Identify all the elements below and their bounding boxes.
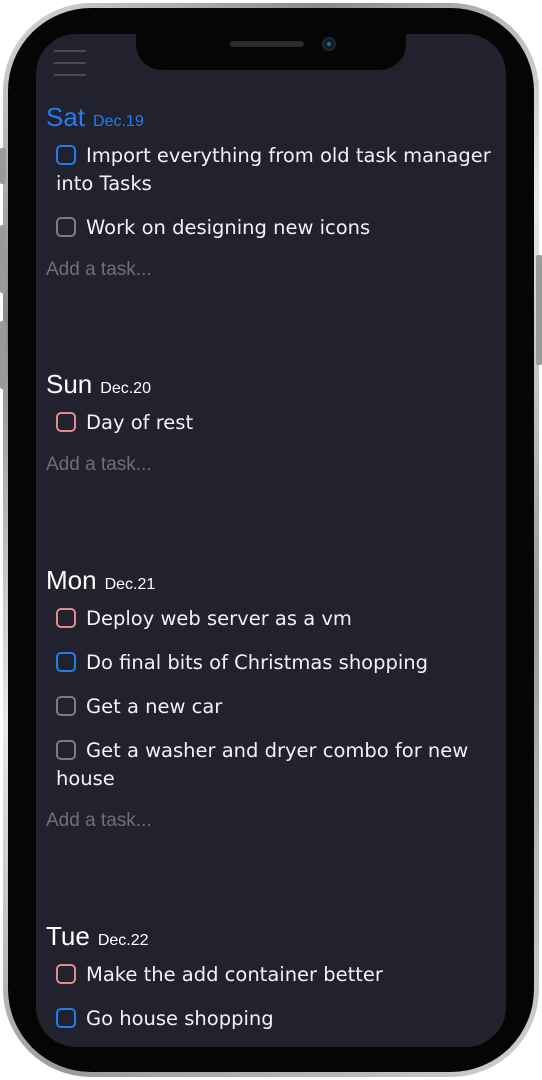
power-button	[536, 255, 542, 365]
hamburger-menu-icon[interactable]	[54, 44, 86, 76]
day-header: Mon Dec.21	[46, 565, 502, 599]
mute-switch	[0, 148, 6, 184]
task-text: Go house shopping	[86, 1007, 274, 1030]
task-text: Import everything from old task manager …	[56, 144, 491, 195]
front-camera-icon	[322, 37, 336, 51]
app-screen: Sat Dec.19 Import everything from old ta…	[36, 34, 506, 1047]
checkbox[interactable]	[56, 217, 76, 237]
checkbox[interactable]	[56, 145, 76, 165]
day-section-sun: Sun Dec.20 Day of rest Add a task...	[46, 369, 502, 479]
day-date: Dec.19	[93, 113, 144, 130]
task-item[interactable]: Get a new car	[46, 693, 502, 721]
task-text: Deploy web server as a vm	[86, 607, 352, 630]
task-text: Get a new car	[86, 695, 223, 718]
day-header: Sun Dec.20	[46, 369, 502, 403]
speaker-grille	[230, 41, 304, 47]
task-item[interactable]: Deploy web server as a vm	[46, 605, 502, 633]
day-name: Sun	[46, 369, 93, 399]
task-item[interactable]: Get a washer and dryer combo for new hou…	[46, 737, 502, 793]
checkbox[interactable]	[56, 652, 76, 672]
task-item[interactable]: Import everything from old task manager …	[46, 142, 502, 198]
add-task-input[interactable]: Add a task...	[46, 451, 502, 479]
task-text: Make the add container better	[86, 963, 383, 986]
day-name: Sat	[46, 102, 86, 132]
task-text: Day of rest	[86, 411, 194, 434]
checkbox[interactable]	[56, 1008, 76, 1028]
task-text: Get a washer and dryer combo for new hou…	[56, 739, 469, 790]
day-date: Dec.22	[97, 932, 149, 949]
volume-down-button	[0, 321, 6, 389]
checkbox[interactable]	[56, 696, 76, 716]
day-date: Dec.20	[100, 380, 151, 397]
checkbox[interactable]	[56, 964, 76, 984]
day-section-tue: Tue Dec.22 Make the add container better…	[46, 921, 502, 1047]
task-item[interactable]: Day of rest	[46, 409, 502, 437]
day-date: Dec.21	[104, 576, 156, 593]
checkbox[interactable]	[56, 740, 76, 760]
day-name: Tue	[46, 921, 90, 951]
task-text: Work on designing new icons	[86, 216, 371, 239]
task-item[interactable]: Make the add container better	[46, 961, 502, 989]
checkbox[interactable]	[56, 608, 76, 628]
phone-notch	[136, 26, 406, 70]
task-text: Do final bits of Christmas shopping	[86, 651, 429, 674]
day-section-sat: Sat Dec.19 Import everything from old ta…	[46, 102, 502, 284]
add-task-input[interactable]: Add a task...	[46, 256, 502, 284]
checkbox[interactable]	[56, 412, 76, 432]
day-header: Sat Dec.19	[46, 102, 502, 136]
day-header: Tue Dec.22	[46, 921, 502, 955]
day-name: Mon	[46, 565, 97, 595]
task-item[interactable]: Do final bits of Christmas shopping	[46, 649, 502, 677]
day-section-mon: Mon Dec.21 Deploy web server as a vm Do …	[46, 565, 502, 835]
task-item[interactable]: Go house shopping	[46, 1005, 502, 1033]
task-item[interactable]: Work on designing new icons	[46, 214, 502, 242]
volume-up-button	[0, 225, 6, 293]
add-task-input[interactable]: Add a task...	[46, 807, 502, 835]
